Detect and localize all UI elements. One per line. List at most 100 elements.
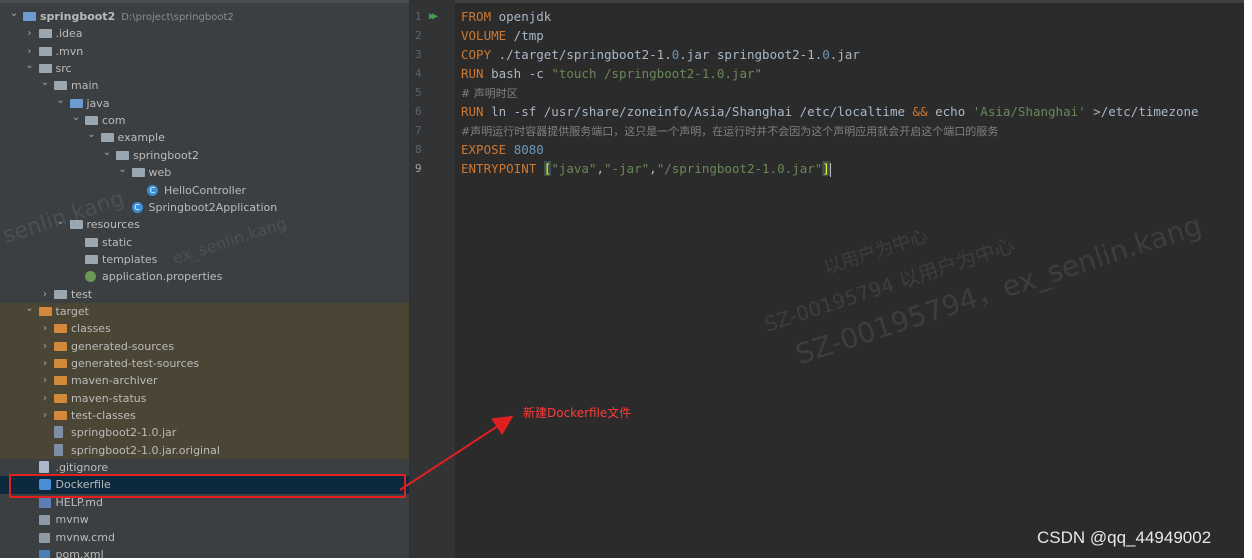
line-number: 5 bbox=[415, 86, 422, 99]
folder-icon bbox=[38, 46, 52, 56]
annotation-highlight-box bbox=[9, 474, 406, 498]
code-line[interactable]: RUN ln -sf /usr/share/zoneinfo/Asia/Shan… bbox=[461, 102, 1199, 121]
tree-item[interactable]: mvnw.cmd bbox=[0, 529, 409, 546]
tree-item[interactable]: springboot2-1.0.jar bbox=[0, 424, 409, 442]
chevron-right-icon[interactable]: › bbox=[40, 286, 50, 303]
tree-item-label: main bbox=[71, 79, 99, 93]
tree-item-label: generated-test-sources bbox=[71, 357, 200, 370]
tree-item[interactable]: ⌄ springboot2 D:\project\springboot2 bbox=[0, 8, 409, 25]
tree-item-label: test bbox=[71, 287, 93, 301]
code-token: bash -c bbox=[483, 66, 552, 81]
tree-item[interactable]: pom.xml bbox=[0, 546, 409, 558]
code-line[interactable]: FROM openjdk bbox=[461, 7, 551, 26]
package-icon bbox=[85, 116, 98, 126]
tree-item-label: test-classes bbox=[71, 409, 136, 423]
code-editor[interactable]: ▶▶ 123456789 FROM openjdk VOLUME /tmp COPY… bbox=[411, 0, 1244, 558]
chevron-down-icon[interactable]: ⌄ bbox=[87, 126, 97, 143]
tree-item-label: web bbox=[148, 166, 172, 180]
tree-item-label: templates bbox=[102, 252, 158, 266]
code-token: 0 bbox=[822, 47, 830, 62]
tree-item[interactable]: › .idea bbox=[0, 25, 409, 42]
tree-item[interactable]: application.properties bbox=[0, 268, 409, 285]
package-icon bbox=[131, 168, 145, 178]
tree-item[interactable]: ⌄ java bbox=[0, 95, 409, 112]
chevron-right-icon[interactable]: › bbox=[40, 320, 50, 337]
tree-item-label: mvnw.cmd bbox=[55, 530, 115, 544]
chevron-down-icon[interactable]: ⌄ bbox=[118, 161, 128, 178]
tree-item[interactable]: › classes bbox=[0, 320, 409, 338]
tree-item[interactable]: ⌄ target bbox=[0, 300, 409, 321]
tree-item[interactable]: ⌄ src bbox=[0, 60, 409, 77]
tree-item[interactable]: C HelloController bbox=[0, 182, 409, 199]
jar-icon bbox=[54, 426, 63, 439]
chevron-down-icon[interactable]: ⌄ bbox=[56, 213, 66, 230]
tree-header-strip bbox=[0, 0, 409, 3]
code-line[interactable]: VOLUME /tmp bbox=[461, 26, 544, 45]
run-gutter-icon[interactable]: ▶▶ bbox=[429, 11, 438, 22]
editor-gutter: ▶▶ 1 2 3 4 5 6 7 8 9 bbox=[411, 0, 455, 558]
chevron-down-icon[interactable]: ⌄ bbox=[25, 300, 35, 317]
code-token: >/etc/timezone bbox=[1085, 104, 1199, 119]
tree-item[interactable]: › generated-test-sources bbox=[0, 355, 409, 373]
tree-item[interactable]: springboot2-1.0.jar.original bbox=[0, 441, 409, 460]
file-icon bbox=[38, 461, 49, 474]
folder-icon bbox=[85, 254, 98, 264]
excluded-folder-icon bbox=[54, 411, 67, 421]
tree-item[interactable]: mvnw bbox=[0, 511, 409, 528]
tree-item[interactable]: ⌄ example bbox=[0, 129, 409, 146]
tree-item-label: resources bbox=[86, 218, 140, 232]
code-token: 8080 bbox=[513, 142, 544, 157]
line-number: 1 bbox=[415, 10, 422, 23]
tree-item[interactable]: › maven-status bbox=[0, 389, 409, 408]
code-token: .jar bbox=[829, 47, 860, 62]
chevron-right-icon[interactable]: › bbox=[40, 338, 50, 355]
code-line[interactable]: # 声明时区 bbox=[461, 83, 518, 102]
chevron-right-icon[interactable]: › bbox=[40, 355, 50, 372]
chevron-down-icon[interactable]: ⌄ bbox=[56, 92, 66, 109]
tree-item[interactable]: › .mvn bbox=[0, 43, 409, 60]
chevron-down-icon[interactable]: ⌄ bbox=[102, 144, 112, 161]
tree-item[interactable]: ⌄ springboot2 bbox=[0, 147, 409, 164]
line-number: 7 bbox=[415, 124, 422, 137]
tree-item[interactable]: › generated-sources bbox=[0, 337, 409, 356]
chevron-right-icon[interactable]: › bbox=[25, 25, 35, 42]
tree-item[interactable]: ⌄ resources bbox=[0, 216, 409, 233]
code-token: FROM bbox=[461, 9, 492, 24]
chevron-right-icon[interactable]: › bbox=[40, 390, 50, 407]
tree-item-label: classes bbox=[71, 322, 111, 336]
code-token: ./target/springboot2-1. bbox=[491, 47, 672, 62]
script-icon bbox=[38, 515, 50, 526]
tree-item[interactable]: › test bbox=[0, 286, 409, 303]
tree-item[interactable]: templates bbox=[0, 251, 409, 268]
code-line[interactable]: RUN bash -c "touch /springboot2-1.0.jar" bbox=[461, 64, 762, 83]
chevron-right-icon[interactable]: › bbox=[40, 372, 50, 389]
chevron-down-icon[interactable]: ⌄ bbox=[40, 74, 50, 91]
annotation-label: 新建Dockerfile文件 bbox=[523, 406, 632, 420]
tree-item[interactable]: static bbox=[0, 234, 409, 251]
tree-item-label: static bbox=[102, 235, 133, 249]
tree-item[interactable]: › test-classes bbox=[0, 407, 409, 425]
code-line[interactable]: EXPOSE 8080 bbox=[461, 140, 544, 159]
excluded-folder-icon bbox=[54, 376, 67, 386]
excluded-folder-icon bbox=[54, 341, 67, 351]
code-line[interactable]: COPY ./target/springboot2-1. 0.jar spring… bbox=[461, 45, 860, 64]
tree-item-label: target bbox=[55, 304, 89, 318]
tree-item[interactable]: ⌄ com bbox=[0, 112, 409, 129]
folder-icon bbox=[38, 29, 52, 39]
tree-item[interactable]: › maven-archiver bbox=[0, 372, 409, 390]
folder-icon bbox=[69, 220, 83, 230]
code-token: RUN bbox=[461, 66, 484, 81]
code-token: openjdk bbox=[491, 9, 552, 24]
tree-item[interactable]: ⌄ web bbox=[0, 164, 409, 181]
chevron-down-icon[interactable]: ⌄ bbox=[25, 57, 35, 74]
text-caret bbox=[829, 162, 831, 177]
code-line[interactable]: #声明运行时容器提供服务端口，这只是一个声明，在运行时并不会因为这个声明应用就会… bbox=[461, 121, 998, 140]
folder-icon bbox=[54, 289, 67, 299]
chevron-right-icon[interactable]: › bbox=[40, 407, 50, 424]
chevron-down-icon[interactable]: ⌄ bbox=[71, 109, 81, 126]
code-line[interactable]: ENTRYPOINT ["java","-jar","/springboot2-… bbox=[461, 159, 831, 178]
excluded-folder-icon bbox=[54, 324, 67, 334]
class-icon: C bbox=[147, 184, 158, 196]
chevron-down-icon[interactable]: ⌄ bbox=[9, 5, 19, 22]
code-token: 'Asia/Shanghai' bbox=[972, 104, 1086, 119]
